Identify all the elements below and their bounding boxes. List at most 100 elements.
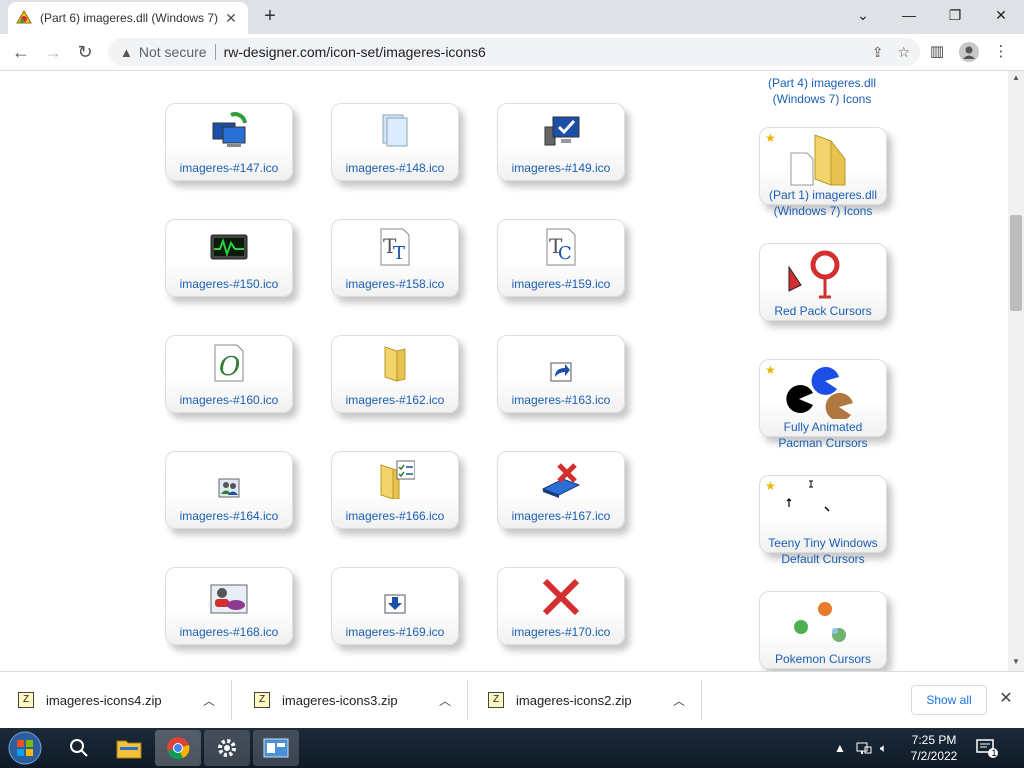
folder-icon — [384, 346, 406, 382]
url-text[interactable]: rw-designer.com/icon-set/imageres-icons6 — [224, 44, 486, 60]
users-icon — [218, 478, 240, 498]
icon-label[interactable]: imageres-#164.ico — [165, 509, 293, 523]
documents-stack-icon — [382, 114, 408, 147]
related-set-label[interactable]: Teeny Tiny Windows Default Cursors — [759, 535, 887, 567]
tab-close-icon[interactable]: ✕ — [222, 10, 240, 27]
icon-label[interactable]: imageres-#163.ico — [497, 393, 625, 407]
icon-card-163[interactable]: imageres-#163.ico — [497, 335, 625, 413]
close-window-button[interactable]: ✕ — [978, 0, 1024, 30]
show-hidden-icons-icon[interactable]: ▲ — [834, 728, 846, 768]
performance-monitor-icon — [210, 234, 248, 260]
zip-file-icon: Z — [254, 692, 270, 708]
related-set-card[interactable]: ★ (Part 1) imageres.dll (Windows 7) Icon… — [759, 127, 887, 218]
icon-card-166[interactable]: imageres-#166.ico — [331, 451, 459, 529]
related-set-card[interactable]: ★ Teeny Tiny Windows Default Cursors — [759, 475, 887, 566]
related-set-label[interactable]: Red Pack Cursors — [759, 303, 887, 319]
browser-toolbar: ← → ↻ ▲ Not secure rw-designer.com/icon-… — [0, 34, 1024, 71]
related-set-label[interactable]: Pokemon Cursors — [759, 651, 887, 667]
warning-icon: ▲ — [120, 44, 133, 60]
chevron-up-icon[interactable]: ︿ — [203, 692, 215, 709]
settings-gear-icon[interactable] — [204, 730, 250, 766]
icon-label[interactable]: imageres-#150.ico — [165, 277, 293, 291]
icon-label[interactable]: imageres-#168.ico — [165, 625, 293, 639]
scroll-thumb[interactable] — [1010, 215, 1022, 311]
icon-card-148[interactable]: imageres-#148.ico — [331, 103, 459, 181]
chevron-up-icon[interactable]: ︿ — [673, 692, 685, 709]
icon-label[interactable]: imageres-#160.ico — [165, 393, 293, 407]
profile-avatar-icon[interactable] — [956, 39, 982, 65]
icon-card-168[interactable]: imageres-#168.ico — [165, 567, 293, 645]
truetype-collection-icon: T C — [546, 228, 576, 266]
windows-taskbar: ▲ 🔈︎ 7:25 PM 7/2/2022 1 — [0, 728, 1024, 768]
start-button-icon[interactable] — [6, 730, 44, 766]
forward-button[interactable]: → — [40, 39, 66, 65]
chevron-up-icon[interactable]: ︿ — [439, 692, 451, 709]
icon-label[interactable]: imageres-#149.ico — [497, 161, 625, 175]
title-bar: (Part 6) imageres.dll (Windows 7) ✕ + ⌄ … — [0, 0, 1024, 34]
omnibox-divider — [214, 44, 216, 60]
show-all-button[interactable]: Show all — [911, 685, 987, 715]
minimize-button[interactable]: — — [886, 0, 932, 30]
icon-card-158[interactable]: T T imageres-#158.ico — [331, 219, 459, 297]
red-cursor-icon — [788, 250, 840, 299]
related-set-card[interactable]: Pokemon Cursors — [759, 591, 887, 669]
chrome-taskbar-icon[interactable] — [155, 730, 201, 766]
side-panel-icon[interactable]: ▥ — [924, 39, 950, 65]
computer-check-icon — [544, 116, 580, 146]
icon-card-169[interactable]: imageres-#169.ico — [331, 567, 459, 645]
icon-label[interactable]: imageres-#169.ico — [331, 625, 459, 639]
icon-card-149[interactable]: imageres-#149.ico — [497, 103, 625, 181]
icon-label[interactable]: imageres-#147.ico — [165, 161, 293, 175]
search-icon[interactable] — [56, 730, 102, 766]
scroll-up-icon[interactable]: ▲ — [1008, 73, 1024, 82]
related-set-link[interactable]: (Part 4) imageres.dll (Windows 7) Icons — [758, 75, 886, 107]
network-icon[interactable] — [856, 728, 872, 768]
related-set-label[interactable]: Fully Animated Pacman Cursors — [759, 419, 887, 451]
page-scrollbar[interactable]: ▲ ▼ — [1008, 71, 1024, 671]
icon-card-170[interactable]: imageres-#170.ico — [497, 567, 625, 645]
folder-checklist-icon — [380, 460, 415, 499]
scroll-down-icon[interactable]: ▼ — [1008, 657, 1024, 666]
icon-card-150[interactable]: imageres-#150.ico — [165, 219, 293, 297]
file-explorer-icon[interactable] — [106, 730, 152, 766]
back-button[interactable]: ← — [8, 39, 34, 65]
download-item[interactable]: Z imageres-icons2.zip ︿ — [470, 680, 702, 720]
icon-label[interactable]: imageres-#167.ico — [497, 509, 625, 523]
browser-tab[interactable]: (Part 6) imageres.dll (Windows 7) ✕ — [8, 2, 248, 34]
user-accounts-icon — [210, 584, 248, 614]
icon-card-147[interactable]: imageres-#147.ico — [165, 103, 293, 181]
new-tab-button[interactable]: + — [258, 4, 282, 28]
icon-label[interactable]: imageres-#166.ico — [331, 509, 459, 523]
icon-card-164[interactable]: imageres-#164.ico — [165, 451, 293, 529]
share-icon[interactable]: ⇪ — [872, 44, 884, 61]
icon-label[interactable]: imageres-#148.ico — [331, 161, 459, 175]
download-item[interactable]: Z imageres-icons3.zip ︿ — [236, 680, 468, 720]
download-item[interactable]: Z imageres-icons4.zip ︿ — [0, 680, 232, 720]
menu-kebab-icon[interactable]: ⋮ — [988, 39, 1014, 65]
restore-button[interactable]: ❐ — [932, 0, 978, 30]
icon-card-159[interactable]: T C imageres-#159.ico — [497, 219, 625, 297]
close-downloads-icon[interactable]: ✕ — [996, 688, 1016, 712]
icon-label[interactable]: imageres-#158.ico — [331, 277, 459, 291]
icon-card-162[interactable]: imageres-#162.ico — [331, 335, 459, 413]
icon-label[interactable]: imageres-#159.ico — [497, 277, 625, 291]
icon-card-160[interactable]: O imageres-#160.ico — [165, 335, 293, 413]
system-clock[interactable]: 7:25 PM 7/2/2022 — [902, 732, 966, 764]
notifications-icon[interactable]: 1 — [976, 728, 998, 768]
related-set-card[interactable]: Red Pack Cursors — [759, 243, 887, 321]
site-favicon-icon — [16, 10, 32, 24]
tab-search-icon[interactable]: ⌄ — [840, 0, 886, 30]
reload-button[interactable]: ↻ — [72, 39, 98, 65]
icon-card-167[interactable]: imageres-#167.ico — [497, 451, 625, 529]
icon-label[interactable]: imageres-#162.ico — [331, 393, 459, 407]
star-icon: ★ — [765, 363, 776, 377]
tab-title: (Part 6) imageres.dll (Windows 7) — [40, 11, 219, 25]
app-window-icon[interactable] — [253, 730, 299, 766]
icon-label[interactable]: imageres-#170.ico — [497, 625, 625, 639]
related-set-card[interactable]: ★ Fully Animated Pacman Cursors — [759, 359, 887, 450]
download-arrow-icon — [384, 594, 406, 614]
volume-icon[interactable]: 🔈︎ — [880, 728, 887, 768]
related-set-label[interactable]: (Part 1) imageres.dll (Windows 7) Icons — [759, 187, 887, 219]
address-bar[interactable]: ▲ Not secure rw-designer.com/icon-set/im… — [108, 38, 920, 66]
bookmark-star-icon[interactable]: ☆ — [897, 44, 910, 61]
